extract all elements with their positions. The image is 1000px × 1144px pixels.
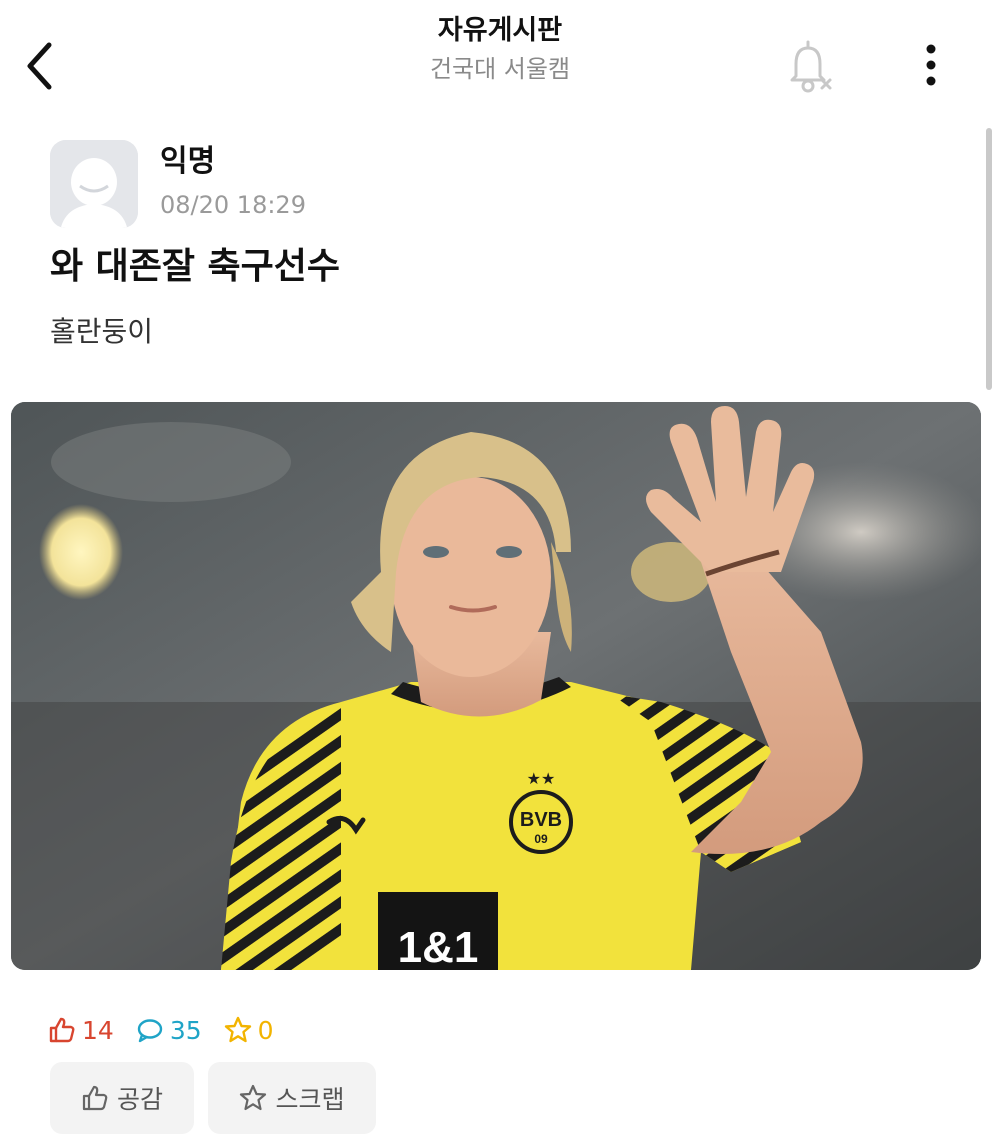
header-titles: 자유게시판 건국대 서울캠 xyxy=(300,12,700,86)
post-timestamp: 08/20 18:29 xyxy=(160,191,306,219)
bell-off-icon xyxy=(790,40,832,93)
like-button-label: 공감 xyxy=(116,1085,163,1114)
footballer-photo: BVB 09 ★★ 1&1 xyxy=(11,402,981,970)
scrap-button[interactable]: 스크랩 xyxy=(208,1062,376,1134)
post-body: 홀란둥이 xyxy=(50,315,154,348)
svg-text:★★: ★★ xyxy=(527,769,556,788)
thumbs-up-icon xyxy=(82,1085,108,1111)
more-options-button[interactable] xyxy=(906,36,956,96)
board-subtitle: 건국대 서울캠 xyxy=(429,55,571,83)
svg-text:09: 09 xyxy=(534,832,548,846)
board-title: 자유게시판 xyxy=(437,15,563,46)
scrap-count-value: 0 xyxy=(257,1015,274,1045)
thumbs-up-icon xyxy=(49,1017,75,1043)
post-image[interactable]: BVB 09 ★★ 1&1 xyxy=(11,402,981,970)
svg-text:BVB: BVB xyxy=(520,809,562,831)
scrollbar[interactable] xyxy=(986,128,992,390)
scrap-count: 0 xyxy=(224,1016,274,1045)
notification-toggle-button[interactable] xyxy=(782,36,842,96)
back-button[interactable] xyxy=(14,34,66,98)
top-bar: 자유게시판 건국대 서울캠 xyxy=(0,0,1000,120)
like-count: 14 xyxy=(48,1016,114,1045)
comment-count: 35 xyxy=(136,1016,202,1045)
comment-count-value: 35 xyxy=(169,1015,202,1045)
post-title: 와 대존잘 축구선수 xyxy=(50,246,341,287)
star-icon xyxy=(224,1016,251,1043)
post-stats: 14 35 0 xyxy=(48,1010,296,1050)
more-vertical-icon xyxy=(926,44,936,86)
anonymous-user-icon xyxy=(50,140,138,228)
svg-text:1&1: 1&1 xyxy=(398,923,479,970)
avatar xyxy=(50,140,138,228)
star-icon xyxy=(240,1084,267,1111)
speech-bubble-icon xyxy=(137,1019,163,1043)
scrap-button-label: 스크랩 xyxy=(275,1085,345,1114)
author-name: 익명 xyxy=(160,144,216,179)
like-count-value: 14 xyxy=(82,1015,114,1045)
chevron-left-icon xyxy=(27,42,52,90)
like-button[interactable]: 공감 xyxy=(50,1062,194,1134)
